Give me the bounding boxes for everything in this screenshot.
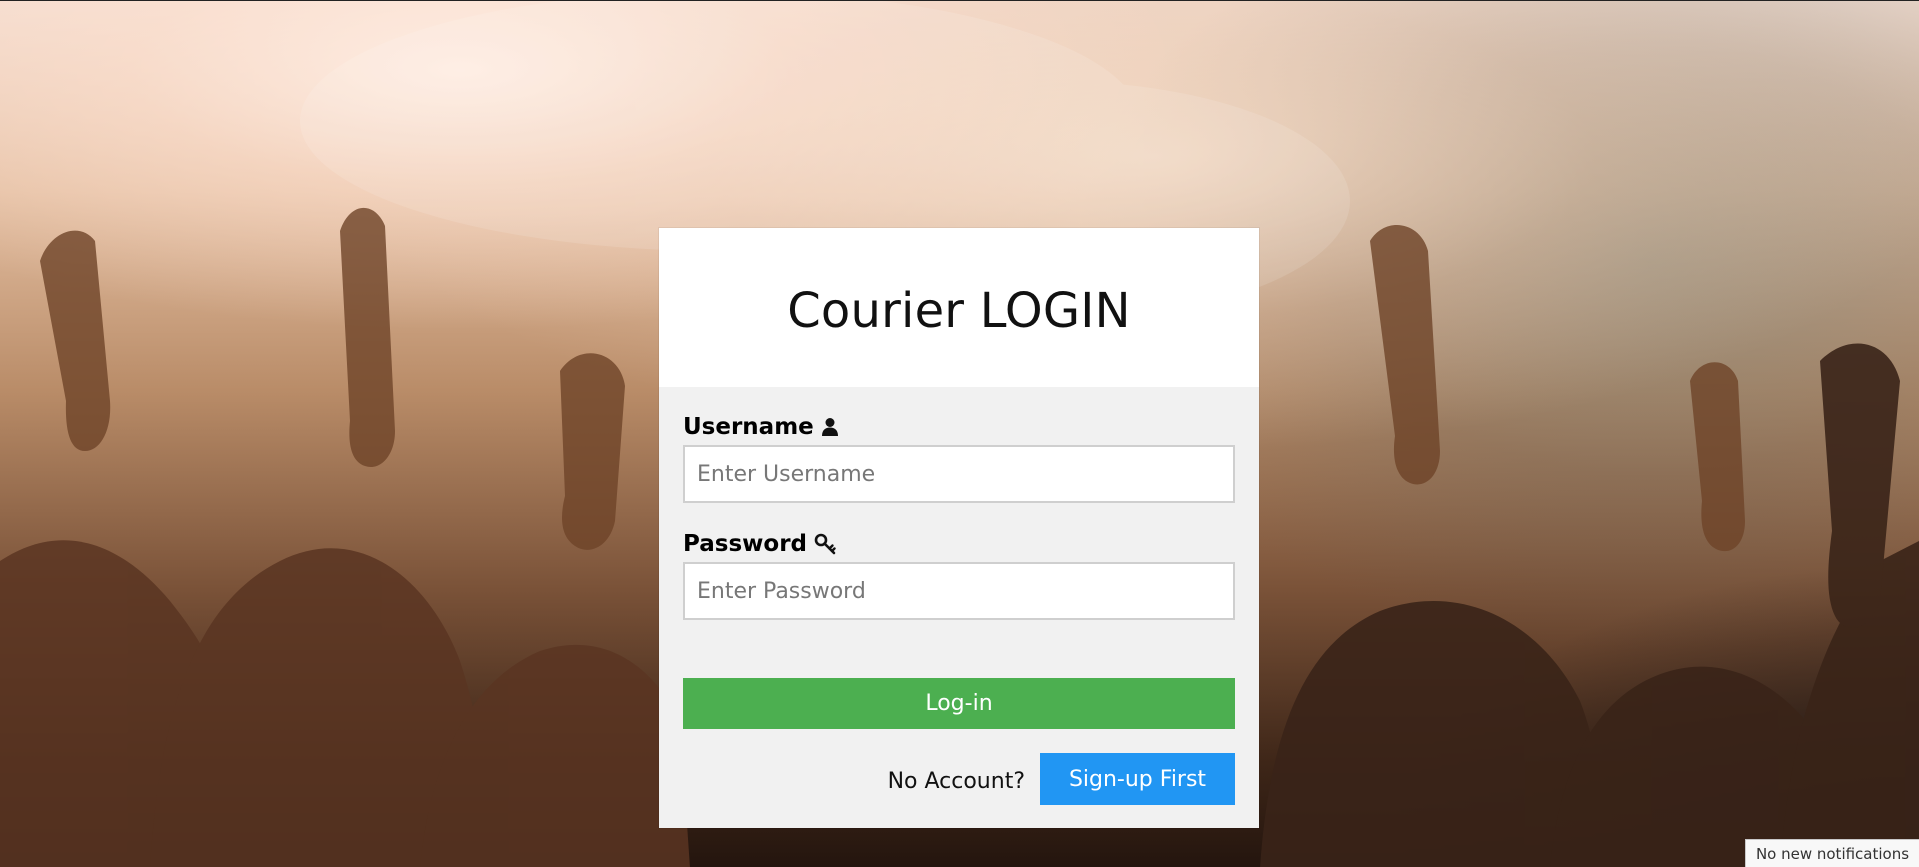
password-label: Password bbox=[683, 530, 1235, 558]
login-page: Courier LOGIN Username Password bbox=[0, 0, 1919, 867]
page-title: Courier LOGIN bbox=[787, 282, 1131, 339]
login-form: Username Password bbox=[659, 387, 1259, 805]
password-input[interactable] bbox=[683, 562, 1235, 620]
username-label: Username bbox=[683, 413, 1235, 441]
login-card: Courier LOGIN Username Password bbox=[659, 228, 1259, 828]
notification-toast: No new notifications bbox=[1745, 839, 1919, 867]
signup-button[interactable]: Sign-up First bbox=[1040, 753, 1235, 805]
login-button[interactable]: Log-in bbox=[683, 678, 1235, 729]
login-card-header: Courier LOGIN bbox=[659, 228, 1259, 387]
signup-row: No Account? Sign-up First bbox=[683, 753, 1235, 805]
key-icon bbox=[814, 533, 836, 555]
password-label-text: Password bbox=[683, 531, 807, 557]
username-input[interactable] bbox=[683, 445, 1235, 503]
user-icon bbox=[821, 417, 839, 437]
username-label-text: Username bbox=[683, 414, 814, 440]
no-account-text: No Account? bbox=[887, 768, 1025, 794]
